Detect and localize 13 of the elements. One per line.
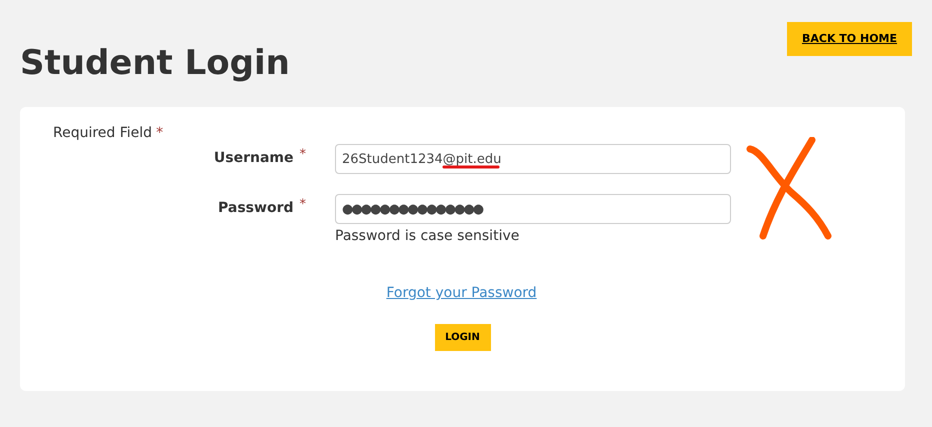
field-label: Password	[218, 199, 294, 218]
forgot-password-link[interactable]: Forgot your Password	[386, 283, 537, 304]
field-label: Username	[214, 149, 294, 168]
required-mark: *	[300, 148, 306, 161]
input-field[interactable]: ●●●●●●●●●●●●●●●	[335, 194, 731, 224]
required-field-note: Required Field	[53, 125, 152, 141]
required-mark: *	[156, 125, 164, 141]
input-field[interactable]: 26Student1234@pit.edu	[335, 144, 731, 174]
login-button[interactable]: LOGIN	[434, 324, 490, 351]
required-mark: *	[300, 198, 306, 211]
back-to-home-button[interactable]: BACK TO HOME	[787, 22, 912, 56]
page-title: Student Login	[20, 42, 290, 85]
hint-text: Password is case sensitive	[335, 227, 520, 246]
